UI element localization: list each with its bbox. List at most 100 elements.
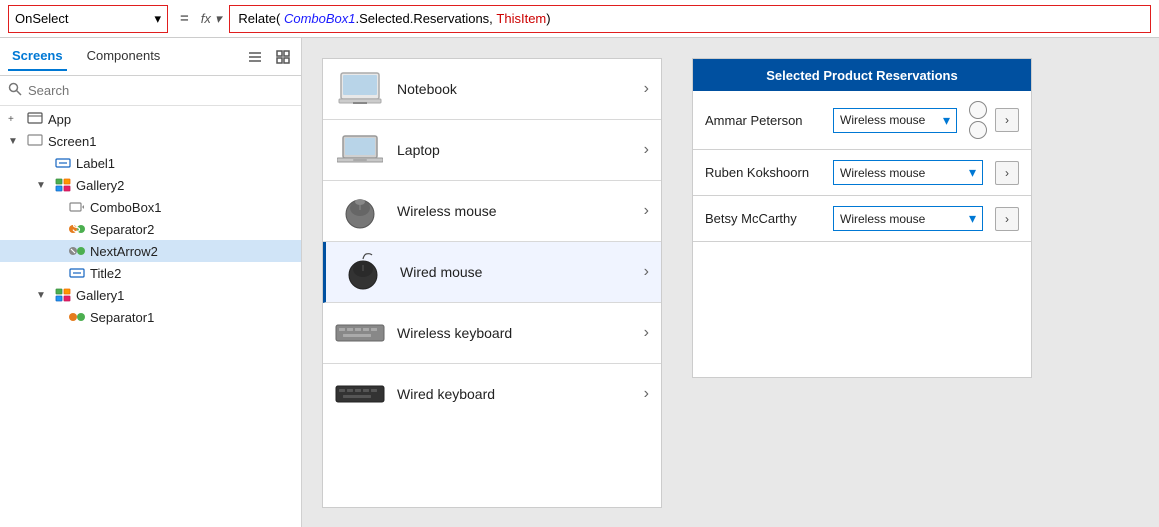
res-circle-bot-1[interactable] (969, 121, 987, 139)
product-arrow-wired-keyboard: › (644, 385, 649, 403)
main-layout: Screens Components (0, 38, 1159, 527)
product-name-wireless-mouse: Wireless mouse (397, 203, 632, 219)
equals-sign: = (176, 10, 193, 27)
res-combo-text-3: Wireless mouse (840, 212, 925, 226)
res-combo-2[interactable]: Wireless mouse ▾ (833, 160, 983, 185)
product-list-panel: Notebook › Laptop › (322, 58, 662, 508)
tree-item-screen1[interactable]: ▼ Screen1 (0, 130, 301, 152)
formula-input-box[interactable]: Relate( ComboBox1 .Selected.Reservations… (229, 5, 1151, 33)
svg-text:S: S (72, 222, 81, 235)
formula-arg2: ThisItem (496, 11, 546, 26)
product-name-wired-mouse: Wired mouse (400, 264, 632, 280)
res-nav-btn-3[interactable]: › (995, 207, 1019, 231)
product-item-laptop[interactable]: Laptop › (323, 120, 661, 181)
tree-item-title2[interactable]: Title2 (0, 262, 301, 284)
product-item-wired-mouse[interactable]: Wired mouse › (323, 242, 661, 303)
tree-item-label1[interactable]: Label1 (0, 152, 301, 174)
tree-arrow-gallery2: ▼ (36, 180, 50, 191)
tree-item-separator2[interactable]: S Separator2 (0, 218, 301, 240)
product-arrow-laptop: › (644, 141, 649, 159)
product-arrow-notebook: › (644, 80, 649, 98)
wired-mouse-icon (338, 252, 388, 292)
label-icon (54, 155, 72, 171)
tree-arrow-gallery1: ▼ (36, 290, 50, 301)
reservations-header: Selected Product Reservations (693, 59, 1031, 91)
res-combo-arrow-2: ▾ (969, 164, 976, 181)
notebook-icon (335, 69, 385, 109)
tab-components[interactable]: Components (83, 42, 165, 71)
product-name-wired-keyboard: Wired keyboard (397, 386, 632, 402)
res-name-1: Ammar Peterson (705, 113, 825, 128)
panel-tab-icons (245, 47, 293, 67)
wireless-mouse-icon (335, 191, 385, 231)
search-box (0, 76, 301, 106)
property-dropdown-arrow: ▾ (154, 11, 161, 27)
panel-tabs: Screens Components (0, 38, 301, 76)
res-name-2: Ruben Kokshoorn (705, 165, 825, 180)
res-combo-arrow-3: ▾ (969, 210, 976, 227)
res-name-3: Betsy McCarthy (705, 211, 825, 226)
left-panel: Screens Components (0, 38, 302, 527)
product-arrow-wireless-keyboard: › (644, 324, 649, 342)
tree-arrow-app: + (8, 114, 22, 125)
search-icon (8, 82, 22, 99)
product-arrow-wired-mouse: › (644, 263, 649, 281)
reservations-title: Selected Product Reservations (766, 68, 957, 83)
title2-icon (68, 265, 86, 281)
product-item-wireless-keyboard[interactable]: Wireless keyboard › (323, 303, 661, 364)
tree-item-gallery1[interactable]: ▼ Gallery1 (0, 284, 301, 306)
separator2-icon: S (68, 221, 86, 237)
res-combo-arrow-1: ▾ (943, 112, 950, 129)
screen-icon (26, 133, 44, 149)
property-selector[interactable]: OnSelect ▾ (8, 5, 168, 33)
formula-bar: OnSelect ▾ = fx ▾ Relate( ComboBox1 .Sel… (0, 0, 1159, 38)
combobox-icon (68, 199, 86, 215)
gallery2-icon (54, 177, 72, 193)
tree-label-label1: Label1 (76, 156, 115, 171)
product-item-wired-keyboard[interactable]: Wired keyboard › (323, 364, 661, 424)
search-input[interactable] (28, 83, 293, 98)
separator1-icon (68, 309, 86, 325)
res-circle-top-1[interactable] (969, 101, 987, 119)
tree-label-separator1: Separator1 (90, 310, 154, 325)
app-icon (26, 111, 44, 127)
grid-view-icon[interactable] (273, 47, 293, 67)
formula-func-name: Relate( (238, 11, 280, 26)
formula-arg1: ComboBox1 (280, 11, 355, 26)
tree-item-gallery2[interactable]: ▼ Gallery2 (0, 174, 301, 196)
tree-label-screen1: Screen1 (48, 134, 96, 149)
tree-label-app: App (48, 112, 71, 127)
tree-item-nextarrow2[interactable]: NextArrow2 (0, 240, 301, 262)
res-nav-btn-2[interactable]: › (995, 161, 1019, 185)
tree-item-combobox1[interactable]: ComboBox1 (0, 196, 301, 218)
tree-item-separator1[interactable]: Separator1 (0, 306, 301, 328)
property-value: OnSelect (15, 11, 68, 26)
list-view-icon[interactable] (245, 47, 265, 67)
res-combo-1[interactable]: Wireless mouse ▾ (833, 108, 957, 133)
product-name-notebook: Notebook (397, 81, 632, 97)
fx-dropdown-arrow: ▾ (215, 11, 222, 27)
res-nav-btn-1[interactable]: › (995, 108, 1019, 132)
tree-label-gallery2: Gallery2 (76, 178, 124, 193)
tree-label-separator2: Separator2 (90, 222, 154, 237)
product-item-notebook[interactable]: Notebook › (323, 59, 661, 120)
res-combo-3[interactable]: Wireless mouse ▾ (833, 206, 983, 231)
product-name-laptop: Laptop (397, 142, 632, 158)
tree-label-nextarrow2: NextArrow2 (90, 244, 158, 259)
wired-keyboard-icon (335, 374, 385, 414)
formula-closing: ) (546, 11, 550, 26)
tree-arrow-screen1: ▼ (8, 136, 22, 147)
reservation-row-3: Betsy McCarthy Wireless mouse ▾ › (693, 196, 1031, 242)
reservation-row-1: Ammar Peterson Wireless mouse ▾ › (693, 91, 1031, 150)
tree-container: + App ▼ Screen1 Label1 (0, 106, 301, 527)
laptop-icon (335, 130, 385, 170)
canvas-area: Notebook › Laptop › (302, 38, 1159, 527)
product-item-wireless-mouse[interactable]: Wireless mouse › (323, 181, 661, 242)
tree-label-gallery1: Gallery1 (76, 288, 124, 303)
tree-item-app[interactable]: + App (0, 108, 301, 130)
tab-screens[interactable]: Screens (8, 42, 67, 71)
tree-label-combobox1: ComboBox1 (90, 200, 162, 215)
fx-label: fx (201, 11, 211, 26)
nextarrow2-icon (68, 243, 86, 259)
product-name-wireless-keyboard: Wireless keyboard (397, 325, 632, 341)
